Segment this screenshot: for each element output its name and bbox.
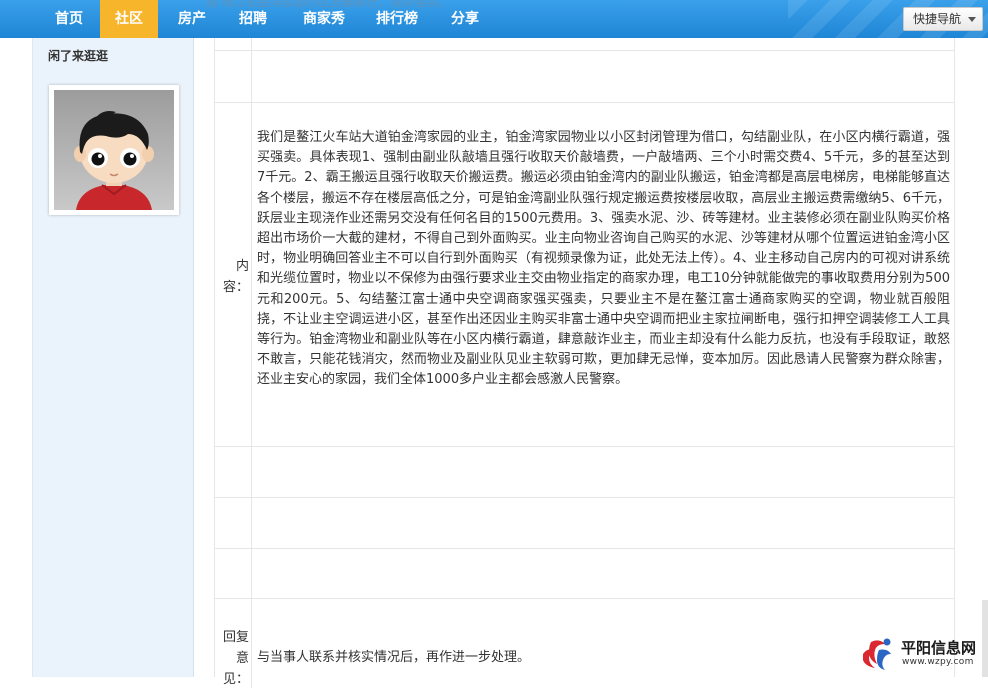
- watermark-url: www.wzpy.com: [902, 657, 974, 667]
- site-watermark: 平阳信息网 www.wzpy.com: [857, 636, 981, 672]
- site-logo-icon: [863, 638, 891, 670]
- nav-share[interactable]: 分享: [444, 0, 486, 38]
- nav-realestate[interactable]: 房产: [166, 0, 218, 38]
- table-row-empty: [215, 446, 954, 498]
- reply-text: 与当事人联系并核实情况后，再作进一步处理。: [257, 650, 531, 665]
- content-text: 我们是鳌江火车站大道铂金湾家园的业主，铂金湾家园物业以小区封闭管理为借口，勾结副…: [257, 130, 950, 388]
- watermark-name: 平阳信息网: [901, 639, 977, 657]
- nav-rankings[interactable]: 排行榜: [368, 0, 426, 38]
- reply-label-line: 意: [235, 651, 249, 666]
- table-row-empty: [215, 497, 954, 549]
- content-label: 内 容：: [215, 102, 252, 446]
- content-label-line: 内: [235, 259, 249, 274]
- reply-label-line: 回复: [222, 630, 249, 645]
- quick-nav-label: 快捷导航: [913, 12, 962, 26]
- content-label-line: 容：: [222, 280, 249, 295]
- nav-community[interactable]: 社区: [100, 0, 158, 38]
- reply-label-line: 见：: [222, 672, 249, 687]
- avatar[interactable]: [49, 85, 179, 215]
- nav-home[interactable]: 首页: [38, 0, 100, 38]
- sidebar-title: 闲了来逛逛: [48, 49, 109, 63]
- detail-table: 内 容： 回复 意 见： 我们是鳌江火车站大道铂金湾家园的业主，铂金湾家园物业以…: [214, 38, 955, 688]
- chevron-down-icon: [968, 17, 976, 22]
- quick-nav-dropdown[interactable]: 快捷导航: [903, 7, 983, 31]
- sidebar: 闲了来逛逛: [32, 38, 194, 677]
- table-row-empty: [215, 50, 954, 103]
- reply-label: 回复 意 见：: [215, 598, 252, 688]
- cartoon-boy-avatar-icon: [54, 90, 174, 210]
- nav-jobs[interactable]: 招聘: [230, 0, 276, 38]
- top-nav-bar: 题 啸江铂金湾家园小区恶霸横行，强买强卖。 首页 社区 房产 招聘 商家秀 排行…: [0, 0, 988, 38]
- table-row-reply: 回复 意 见：: [215, 598, 954, 688]
- nav-merchants[interactable]: 商家秀: [294, 0, 354, 38]
- table-row-empty: [215, 548, 954, 599]
- scrollbar[interactable]: [982, 600, 988, 677]
